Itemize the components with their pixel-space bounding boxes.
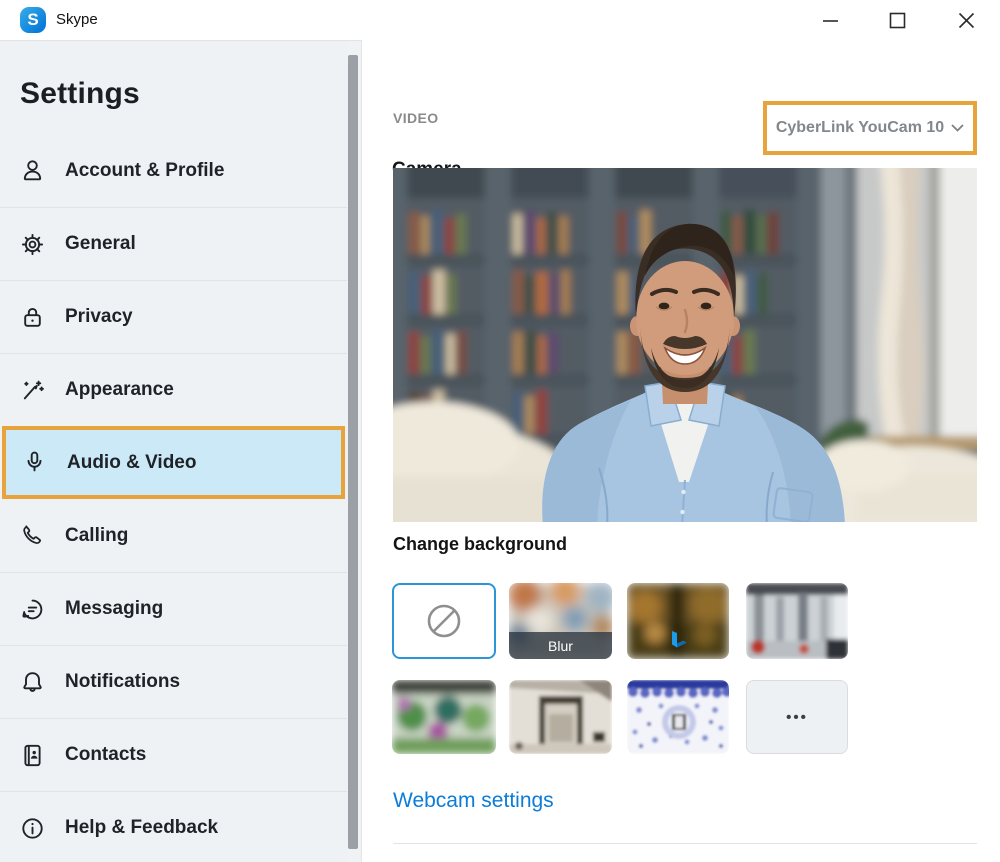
sidebar-item-appearance[interactable]: Appearance	[0, 353, 347, 426]
change-background-label: Change background	[393, 534, 567, 555]
camera-preview	[393, 168, 977, 522]
blur-label-band: Blur	[509, 632, 612, 659]
sidebar-scrollbar-thumb[interactable]	[348, 55, 358, 849]
sidebar-item-privacy[interactable]: Privacy	[0, 280, 347, 353]
magic-wand-icon	[19, 377, 46, 404]
white-room-thumbnail-image	[509, 680, 612, 754]
background-option-green-room-image[interactable]	[392, 680, 496, 754]
microphone-icon	[21, 449, 48, 476]
phone-icon	[19, 522, 46, 549]
titlebar: S Skype	[0, 0, 1000, 40]
audio-video-settings-panel: VIDEO Camera CyberLink YouCam 10	[362, 40, 1000, 862]
blur-label: Blur	[548, 638, 573, 654]
minimize-button[interactable]	[808, 0, 852, 40]
sidebar-item-label: Appearance	[65, 379, 174, 401]
sidebar-item-help-feedback[interactable]: Help & Feedback	[0, 791, 347, 862]
maximize-button[interactable]	[875, 0, 919, 40]
background-option-bing-image[interactable]	[627, 583, 729, 659]
section-divider	[393, 843, 977, 844]
maximize-icon	[889, 12, 906, 29]
sidebar-item-label: Calling	[65, 525, 128, 547]
contacts-book-icon	[19, 742, 46, 769]
minimize-icon	[822, 12, 839, 29]
sidebar-item-label: Contacts	[65, 744, 146, 766]
sidebar-item-label: Notifications	[65, 671, 180, 693]
bing-thumbnail-image	[627, 583, 729, 659]
skype-logo-icon: S	[20, 7, 46, 33]
gear-icon	[19, 231, 46, 258]
settings-sidebar: Settings Account & Profile	[0, 40, 362, 862]
settings-menu: Account & Profile	[0, 134, 347, 862]
sidebar-scrollbar	[347, 41, 359, 862]
sidebar-item-label: General	[65, 233, 136, 255]
sidebar-item-audio-video[interactable]: Audio & Video	[2, 426, 345, 499]
app-title: Skype	[56, 11, 98, 28]
background-option-blur[interactable]: Blur	[509, 583, 612, 659]
sidebar-item-general[interactable]: General	[0, 207, 347, 280]
sidebar-item-account-profile[interactable]: Account & Profile	[0, 134, 347, 207]
sidebar-item-label: Privacy	[65, 306, 133, 328]
close-button[interactable]	[944, 0, 988, 40]
close-icon	[958, 12, 975, 29]
sidebar-item-contacts[interactable]: Contacts	[0, 718, 347, 791]
blue-pattern-thumbnail-image	[627, 680, 729, 754]
sidebar-item-calling[interactable]: Calling	[0, 499, 347, 572]
more-options-ellipsis: •••	[786, 709, 808, 726]
background-option-industrial-image[interactable]	[746, 583, 848, 659]
skype-settings-window: S Skype Settings	[0, 0, 1000, 862]
sidebar-item-label: Help & Feedback	[65, 817, 218, 839]
background-option-none[interactable]	[392, 583, 496, 659]
page-title: Settings	[20, 77, 140, 111]
webcam-settings-link[interactable]: Webcam settings	[393, 789, 554, 813]
background-option-more-button[interactable]: •••	[746, 680, 848, 754]
lock-icon	[19, 304, 46, 331]
camera-device-highlight-box: CyberLink YouCam 10	[763, 101, 977, 155]
chevron-down-icon	[951, 124, 964, 132]
background-option-blue-pattern-image[interactable]	[627, 680, 729, 754]
sidebar-item-messaging[interactable]: Messaging	[0, 572, 347, 645]
sidebar-item-label: Account & Profile	[65, 160, 224, 182]
bell-icon	[19, 669, 46, 696]
chat-bubble-icon	[19, 596, 46, 623]
camera-preview-image	[393, 168, 977, 522]
camera-device-dropdown[interactable]: CyberLink YouCam 10	[776, 119, 964, 137]
none-blocked-icon	[424, 601, 464, 641]
sidebar-item-label: Audio & Video	[67, 452, 196, 474]
background-option-white-room-image[interactable]	[509, 680, 612, 754]
video-section-label: VIDEO	[393, 110, 439, 126]
green-room-thumbnail-image	[392, 680, 496, 754]
person-icon	[19, 157, 46, 184]
sidebar-item-notifications[interactable]: Notifications	[0, 645, 347, 718]
sidebar-item-label: Messaging	[65, 598, 163, 620]
industrial-thumbnail-image	[746, 583, 848, 659]
camera-device-value: CyberLink YouCam 10	[776, 119, 944, 137]
info-icon	[19, 815, 46, 842]
